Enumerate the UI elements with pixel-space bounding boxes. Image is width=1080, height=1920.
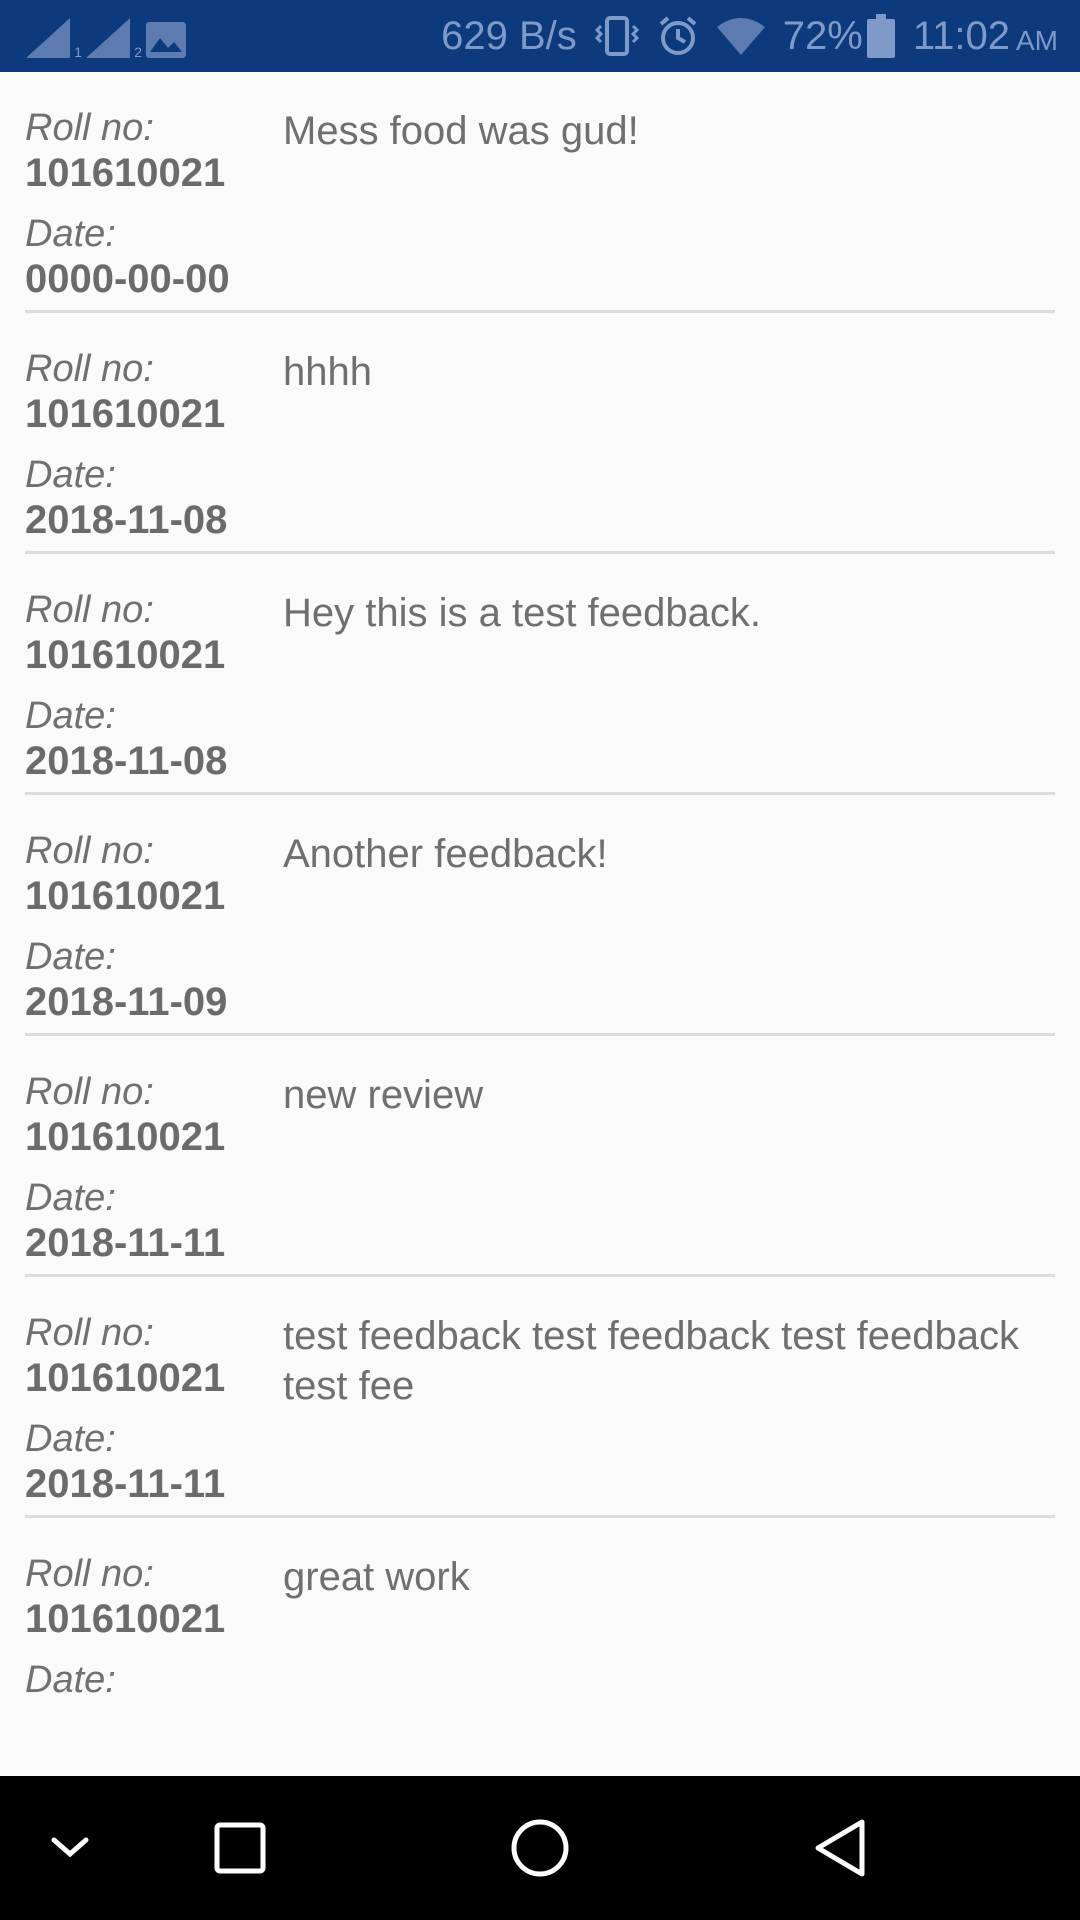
list-item[interactable]: Roll no: 101610021 Date: 2018-11-08 hhhh <box>25 313 1055 554</box>
list-item[interactable]: Roll no: 101610021 Date: great work <box>25 1518 1055 1750</box>
feedback-text: great work <box>283 1555 470 1599</box>
item-meta: Roll no: 101610021 Date: 0000-00-00 <box>25 106 275 302</box>
navigation-bar <box>0 1776 1080 1920</box>
status-bar-left: 1 2 <box>26 14 186 60</box>
signal-icon: 2 <box>86 18 142 60</box>
roll-value: 101610021 <box>25 1597 226 1641</box>
list-item[interactable]: Roll no: 101610021 Date: 2018-11-11 new … <box>25 1036 1055 1277</box>
item-meta: Roll no: 101610021 Date: <box>25 1552 275 1702</box>
date-label: Date: <box>25 1418 116 1460</box>
list-item[interactable]: Roll no: 101610021 Date: 2018-11-08 Hey … <box>25 554 1055 795</box>
date-value: 2018-11-08 <box>25 739 228 783</box>
item-meta: Roll no: 101610021 Date: 2018-11-11 <box>25 1311 275 1507</box>
feedback-text: hhhh <box>283 350 372 394</box>
network-speed: 629 B/s <box>441 13 577 58</box>
date-value: 0000-00-00 <box>25 257 230 301</box>
roll-label: Roll no: <box>25 830 154 872</box>
list-item[interactable]: Roll no: 101610021 Date: 0000-00-00 Mess… <box>25 72 1055 313</box>
sim2-label: 2 <box>134 44 142 60</box>
roll-label: Roll no: <box>25 348 154 390</box>
feedback-text: Another feedback! <box>283 832 608 876</box>
roll-value: 101610021 <box>25 1115 226 1159</box>
recents-icon[interactable] <box>170 1776 310 1920</box>
vibrate-icon <box>594 16 639 56</box>
date-label: Date: <box>25 936 116 978</box>
date-value: 2018-11-09 <box>25 980 228 1024</box>
roll-value: 101610021 <box>25 633 226 677</box>
roll-value: 101610021 <box>25 874 226 918</box>
back-icon[interactable] <box>770 1776 910 1920</box>
roll-value: 101610021 <box>25 151 226 195</box>
roll-label: Roll no: <box>25 589 154 631</box>
home-icon[interactable] <box>470 1776 610 1920</box>
roll-label: Roll no: <box>25 1553 154 1595</box>
feedback-text: test feedback test feedback test feedbac… <box>283 1314 1020 1408</box>
date-value: 2018-11-08 <box>25 498 228 542</box>
date-label: Date: <box>25 1659 116 1701</box>
roll-value: 101610021 <box>25 1356 226 1400</box>
feedback-text: Hey this is a test feedback. <box>283 591 762 635</box>
status-bar-right: 629 B/s 72% 11:02 AM <box>441 0 1058 72</box>
item-meta: Roll no: 101610021 Date: 2018-11-09 <box>25 829 275 1025</box>
battery-icon <box>866 14 895 58</box>
item-meta: Roll no: 101610021 Date: 2018-11-08 <box>25 588 275 784</box>
battery-percent: 72% <box>782 13 863 58</box>
list-item[interactable]: Roll no: 101610021 Date: 2018-11-09 Anot… <box>25 795 1055 1036</box>
date-label: Date: <box>25 695 116 737</box>
wifi-icon <box>716 17 765 55</box>
item-meta: Roll no: 101610021 Date: 2018-11-08 <box>25 347 275 543</box>
signal-icon: 1 <box>26 18 82 60</box>
date-label: Date: <box>25 454 116 496</box>
chevron-down-icon[interactable] <box>0 1776 140 1920</box>
date-label: Date: <box>25 1177 116 1219</box>
roll-label: Roll no: <box>25 1071 154 1113</box>
feedback-list[interactable]: Roll no: 101610021 Date: 0000-00-00 Mess… <box>0 72 1080 1750</box>
clock-ampm: AM <box>1016 25 1058 56</box>
date-value: 2018-11-11 <box>25 1462 226 1506</box>
status-bar: 1 2 629 B/s 72% 11:02 AM <box>0 0 1080 72</box>
feedback-text: Mess food was gud! <box>283 109 639 153</box>
sim1-label: 1 <box>74 44 82 60</box>
image-icon <box>146 22 186 58</box>
feedback-text: new review <box>283 1073 484 1117</box>
clock: 11:02 <box>912 13 1010 58</box>
roll-label: Roll no: <box>25 1312 154 1354</box>
alarm-icon <box>657 15 699 57</box>
list-item[interactable]: Roll no: 101610021 Date: 2018-11-11 test… <box>25 1277 1055 1518</box>
date-value: 2018-11-11 <box>25 1221 226 1265</box>
date-label: Date: <box>25 213 116 255</box>
item-meta: Roll no: 101610021 Date: 2018-11-11 <box>25 1070 275 1266</box>
roll-label: Roll no: <box>25 107 154 149</box>
roll-value: 101610021 <box>25 392 226 436</box>
